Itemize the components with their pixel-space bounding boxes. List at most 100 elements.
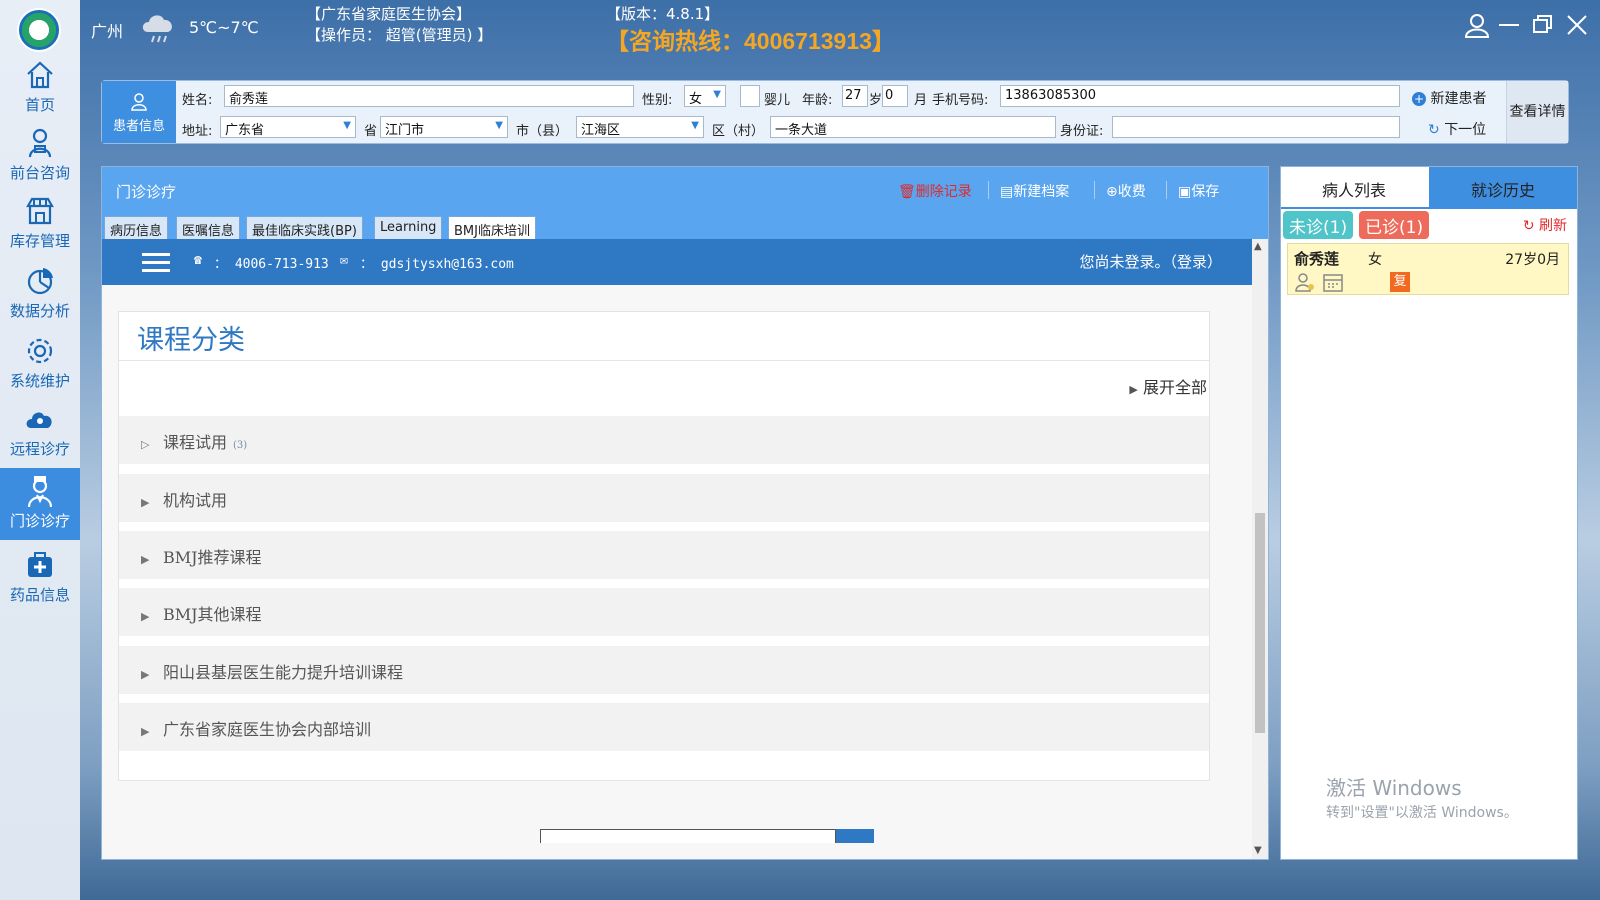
patient-list-panel: 病人列表 就诊历史 未诊(1) 已诊(1) ↻ 刷新 俞秀莲 女 27岁0月 复 xyxy=(1280,166,1578,860)
gender-label: 性别: xyxy=(642,93,673,108)
patient-info-tab[interactable]: 患者信息 xyxy=(102,81,176,143)
course-category-title: 课程分类 xyxy=(137,325,245,356)
envelope-icon: ✉ xyxy=(340,253,348,268)
outpatient-panel: 门诊诊疗 🗑删除记录 ▤新建档案 ⊕收费 ▣保存 病历信息 医嘱信息 最佳临床实… xyxy=(101,166,1269,860)
floppy-icon: ▣ xyxy=(1178,184,1192,200)
hotline: 【咨询热线：4006713913】 xyxy=(606,28,895,54)
age-years-field[interactable]: 27 xyxy=(842,85,868,107)
next-patient-button[interactable]: ↻ 下一位 xyxy=(1428,119,1486,139)
sidebar-item-remote[interactable]: 远程诊疗 xyxy=(0,396,80,462)
scroll-up-icon[interactable]: ▲ xyxy=(1254,241,1262,252)
county-select[interactable]: 江海区 xyxy=(576,116,704,138)
infant-checkbox[interactable] xyxy=(740,85,760,107)
save-button[interactable]: ▣保存 xyxy=(1178,181,1219,201)
tab-best-practice[interactable]: 最佳临床实践(BP) xyxy=(246,216,363,239)
address-label: 地址: xyxy=(182,124,213,139)
cloud-icon xyxy=(26,412,52,428)
person-card-icon[interactable] xyxy=(1294,272,1316,292)
close-icon[interactable] xyxy=(1564,12,1590,38)
patient-card-gender: 女 xyxy=(1368,252,1382,268)
category-row[interactable]: ▶ BMJ推荐课程 xyxy=(119,531,1209,579)
sidebar: 首页 前台咨询 库存管理 数据分析 系统维护 远程诊疗 门诊诊疗 药品信息 xyxy=(0,0,80,900)
street-field[interactable]: 一条大道 xyxy=(770,116,1056,138)
web-navbar: ☎ ： 4006-713-913 ✉ ： gdsjtysxh@163.com 您… xyxy=(102,239,1252,285)
revisit-badge: 复 xyxy=(1390,272,1410,292)
category-label: BMJ其他课程 xyxy=(163,605,262,624)
gear-icon xyxy=(27,338,53,364)
vertical-scrollbar[interactable]: ▲ ▼ xyxy=(1252,239,1268,859)
district-label: 区（村） xyxy=(712,124,765,139)
caret-right-icon: ▶ xyxy=(141,610,150,623)
waiting-filter[interactable]: 未诊(1) xyxy=(1283,211,1354,239)
sidebar-item-outpatient[interactable]: 门诊诊疗 xyxy=(0,468,80,540)
category-row[interactable]: ▶ 阳山县基层医生能力提升培训课程 xyxy=(119,646,1209,694)
contact-phone: ： 4006-713-913 xyxy=(214,257,329,272)
scroll-thumb[interactable] xyxy=(1255,513,1265,733)
view-detail-button[interactable]: 查看详情 xyxy=(1506,81,1568,143)
tab-underline xyxy=(1281,207,1577,209)
gender-select[interactable]: 女 xyxy=(684,85,726,107)
login-link[interactable]: 您尚未登录。（登录） xyxy=(1079,251,1222,272)
cloud-rain-icon xyxy=(142,15,172,43)
hamburger-menu-icon[interactable] xyxy=(142,253,170,273)
tab-medical-record[interactable]: 病历信息 xyxy=(104,216,169,239)
patient-card[interactable]: 俞秀莲 女 27岁0月 复 xyxy=(1287,243,1569,295)
tab-orders[interactable]: 医嘱信息 xyxy=(176,216,241,239)
category-label: 机构试用 xyxy=(163,491,228,510)
web-search-input[interactable] xyxy=(540,829,836,843)
user-icon[interactable] xyxy=(1464,12,1490,38)
trash-icon: 🗑 xyxy=(898,184,916,200)
city-select[interactable]: 江门市 xyxy=(380,116,508,138)
charge-button[interactable]: ⊕收费 xyxy=(1106,181,1146,201)
tab-visit-history[interactable]: 就诊历史 xyxy=(1429,167,1577,207)
sidebar-item-label: 库存管理 xyxy=(9,232,70,250)
id-field[interactable] xyxy=(1112,116,1400,138)
minimize-icon[interactable] xyxy=(1496,12,1522,38)
refresh-button[interactable]: ↻ 刷新 xyxy=(1523,215,1567,235)
sidebar-item-label: 门诊诊疗 xyxy=(9,512,70,530)
sidebar-item-reception[interactable]: 前台咨询 xyxy=(0,120,80,186)
web-search-button[interactable] xyxy=(836,829,874,843)
restore-icon[interactable] xyxy=(1530,12,1556,38)
divider xyxy=(1166,181,1167,199)
expand-all-link[interactable]: ▶ 展开全部 xyxy=(1129,374,1207,398)
name-field[interactable]: 俞秀莲 xyxy=(224,85,634,107)
category-label: 广东省家庭医生协会内部培训 xyxy=(163,720,372,739)
tab-learning[interactable]: Learning xyxy=(374,216,443,239)
sidebar-item-label: 远程诊疗 xyxy=(9,440,70,458)
category-label: 课程试用 xyxy=(163,433,228,452)
category-row[interactable]: ▶ BMJ其他课程 xyxy=(119,588,1209,636)
sidebar-item-analytics[interactable]: 数据分析 xyxy=(0,258,80,324)
age-months-field[interactable]: 0 xyxy=(882,85,908,107)
scroll-down-icon[interactable]: ▼ xyxy=(1254,845,1262,856)
sidebar-item-label: 系统维护 xyxy=(9,372,70,390)
version-info: 【版本：4.8.1】 xyxy=(606,5,720,23)
refresh-label: 刷新 xyxy=(1539,218,1567,234)
done-filter[interactable]: 已诊(1) xyxy=(1359,211,1430,239)
tab-patient-list[interactable]: 病人列表 xyxy=(1281,167,1427,207)
province-select[interactable]: 广东省 xyxy=(220,116,356,138)
medicine-box-icon xyxy=(28,552,52,577)
new-patient-button[interactable]: + 新建患者 xyxy=(1412,88,1486,108)
calendar-icon[interactable] xyxy=(1322,272,1344,292)
outpatient-header: 门诊诊疗 🗑删除记录 ▤新建档案 ⊕收费 ▣保存 病历信息 医嘱信息 最佳临床实… xyxy=(102,167,1268,239)
category-row[interactable]: ▶ 广东省家庭医生协会内部培训 xyxy=(119,703,1209,751)
new-record-button[interactable]: ▤新建档案 xyxy=(1000,181,1069,201)
phone-icon: ☎ xyxy=(194,253,202,268)
sidebar-item-system[interactable]: 系统维护 xyxy=(0,328,80,394)
course-category-box: 课程分类 ▶ 展开全部 ▷ 课程试用 (3) ▶ 机构试用 ▶ BMJ推荐课程 ▶ BMJ… xyxy=(118,311,1210,781)
tab-bmj-training[interactable]: BMJ临床培训 xyxy=(448,216,536,239)
delete-record-button[interactable]: 🗑删除记录 xyxy=(898,181,972,201)
phone-field[interactable]: 13863085300 xyxy=(1000,85,1400,107)
contact-email: ： gdsjtysxh@163.com xyxy=(360,257,514,272)
category-row[interactable]: ▶ 机构试用 xyxy=(119,474,1209,522)
panel-title: 门诊诊疗 xyxy=(116,183,177,201)
caret-right-icon: ▶ xyxy=(141,725,150,738)
home-icon xyxy=(27,61,53,89)
document-icon: ▤ xyxy=(1000,184,1014,200)
sidebar-item-inventory[interactable]: 库存管理 xyxy=(0,188,80,254)
sidebar-item-medicine[interactable]: 药品信息 xyxy=(0,542,80,608)
category-row[interactable]: ▷ 课程试用 (3) xyxy=(119,416,1209,464)
sidebar-item-home[interactable]: 首页 xyxy=(0,52,80,118)
category-label: 阳山县基层医生能力提升培训课程 xyxy=(163,663,404,682)
